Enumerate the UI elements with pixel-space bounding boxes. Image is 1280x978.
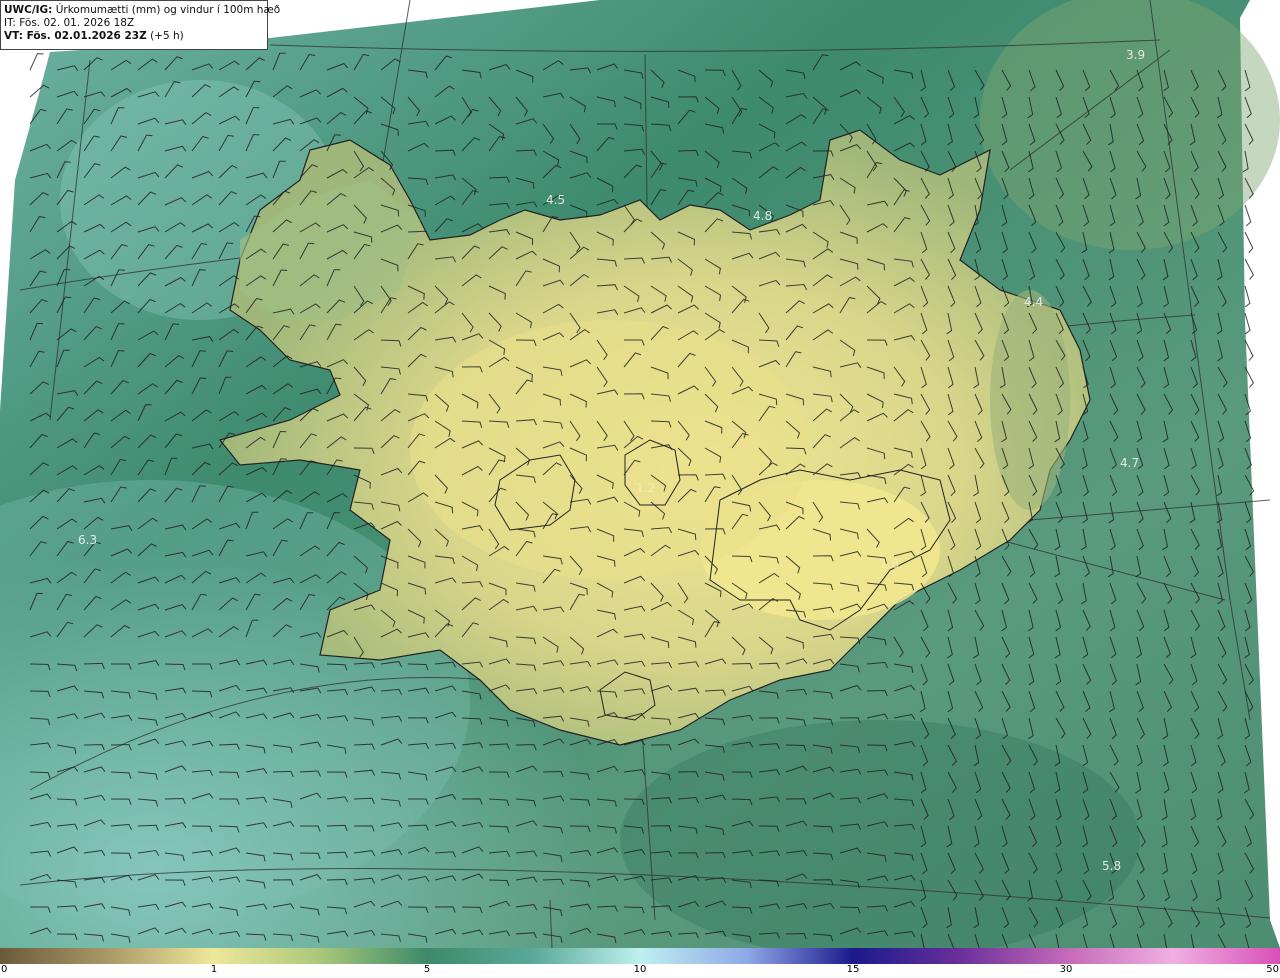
wind-barb <box>1244 285 1251 308</box>
map-header: UWC/IG: Úrkomumætti (mm) og vindur í 100… <box>0 0 280 50</box>
wind-barb <box>1244 312 1251 335</box>
colorbar-tick: 30 <box>1059 964 1073 975</box>
map-label: 4.4 <box>1024 295 1043 309</box>
product-code: UWC/IG: <box>4 4 53 16</box>
map-label: 4.7 <box>1120 456 1139 470</box>
colorbar-tick: 5 <box>423 964 431 975</box>
wind-barb <box>1244 204 1252 227</box>
colorbar-labels: 0 1 5 10 15 30 50 <box>0 964 1280 978</box>
colorbar-tick: 50 <box>1266 964 1279 975</box>
colorbar-tick: 0 <box>1 964 8 975</box>
lead-time: (+5 h) <box>150 30 184 42</box>
colorbar-tick: 15 <box>846 964 860 975</box>
valid-time: VT: Fös. 02.01.2026 23Z <box>4 30 147 42</box>
product-description: Úrkomumætti (mm) og vindur í 100m hæð <box>55 4 281 16</box>
precipitable-water-map: 3.9 4.5 4.8 4.4 4.7 6.3 5.8 1.2 1.6 <box>0 0 1280 948</box>
map-label: 1.2 <box>636 481 655 495</box>
colorbar-tick: 10 <box>633 964 647 975</box>
map-label: 5.8 <box>1102 859 1121 873</box>
colorbar-tick: 1 <box>210 964 218 975</box>
wind-barb <box>29 53 44 71</box>
colorbar <box>0 948 1280 964</box>
map-label: 1.6 <box>880 557 899 571</box>
wind-barb <box>1244 258 1255 280</box>
map-label: 6.3 <box>78 533 97 547</box>
init-time: IT: Fös. 02. 01. 2026 18Z <box>4 17 135 29</box>
map-label: 3.9 <box>1126 48 1145 62</box>
map-label: 4.8 <box>753 209 772 223</box>
map-label: 4.5 <box>546 193 565 207</box>
wind-barb <box>1244 231 1254 253</box>
